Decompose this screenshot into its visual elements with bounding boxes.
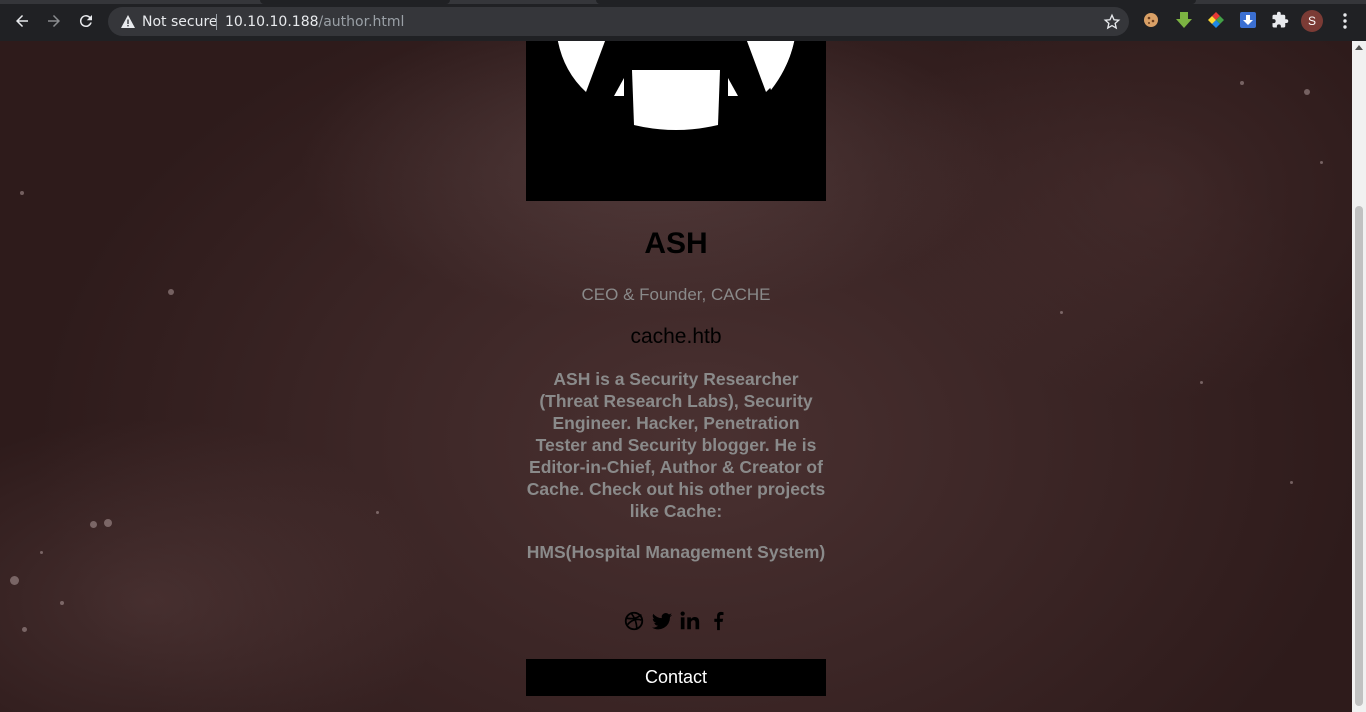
browser-toolbar: Not secure 10.10.10.188/author.html S — [0, 0, 1366, 42]
author-bio: ASH is a Security Researcher (Threat Res… — [526, 369, 826, 521]
background-speck — [1290, 481, 1293, 484]
background-speck — [1240, 81, 1244, 85]
background-speck — [1060, 311, 1063, 314]
background-speck — [90, 521, 97, 528]
download-arrow-extension-icon[interactable] — [1175, 11, 1193, 29]
background-speck — [20, 191, 24, 195]
omnibox-separator — [216, 14, 217, 30]
author-avatar — [526, 41, 826, 201]
reload-button[interactable] — [74, 9, 98, 33]
bookmark-star-icon[interactable] — [1103, 13, 1121, 31]
page-background: ASH CEO & Founder, CACHE cache.htb ASH i… — [0, 41, 1352, 712]
dribbble-icon[interactable] — [623, 610, 645, 632]
profile-avatar[interactable]: S — [1301, 10, 1323, 32]
puzzle-extensions-icon[interactable] — [1271, 11, 1289, 29]
kebab-menu-icon[interactable] — [1335, 11, 1355, 31]
twitter-icon[interactable] — [651, 610, 673, 632]
back-button[interactable] — [10, 9, 34, 33]
background-speck — [10, 576, 19, 585]
background-speck — [104, 519, 112, 527]
background-speck — [376, 511, 379, 514]
background-speck — [22, 627, 27, 632]
download-extension-icon[interactable] — [1239, 11, 1257, 29]
author-name: ASH — [644, 227, 708, 260]
background-speck — [60, 601, 64, 605]
author-projects: HMS(Hospital Management System) — [526, 542, 826, 562]
background-speck — [1304, 89, 1310, 95]
author-site: cache.htb — [630, 325, 722, 348]
contact-button[interactable]: Contact — [526, 659, 826, 696]
hacker-avatar-icon — [557, 41, 795, 130]
author-role: CEO & Founder, CACHE — [581, 285, 771, 304]
tab-strip — [0, 0, 1366, 4]
security-label[interactable]: Not secure — [142, 14, 218, 30]
forward-button[interactable] — [42, 9, 66, 33]
color-picker-extension-icon[interactable] — [1207, 11, 1225, 29]
facebook-icon[interactable] — [707, 610, 729, 632]
vertical-scrollbar[interactable] — [1352, 41, 1366, 712]
warning-icon — [121, 15, 135, 28]
address-bar[interactable]: Not secure 10.10.10.188/author.html — [108, 7, 1129, 36]
background-speck — [1320, 161, 1323, 164]
background-speck — [168, 289, 174, 295]
url-text[interactable]: 10.10.10.188/author.html — [225, 14, 404, 30]
url-host: 10.10.10.188 — [225, 14, 319, 30]
social-links — [526, 610, 826, 634]
arrow-right-icon — [48, 15, 60, 27]
scroll-thumb[interactable] — [1355, 206, 1363, 706]
background-speck — [40, 551, 43, 554]
url-path: /author.html — [318, 14, 405, 30]
cookie-extension-icon[interactable] — [1142, 11, 1160, 29]
background-speck — [1200, 381, 1203, 384]
linkedin-icon[interactable] — [679, 610, 701, 632]
reload-icon — [79, 15, 92, 28]
arrow-left-icon — [16, 15, 28, 27]
scroll-up-arrow[interactable] — [1355, 45, 1363, 50]
